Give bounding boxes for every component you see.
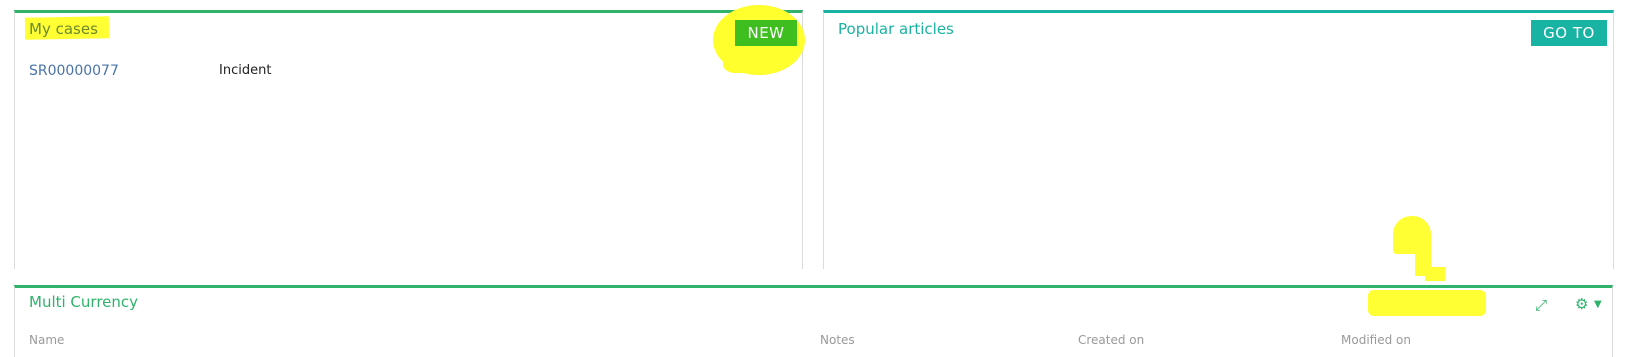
column-header-notes[interactable]: Notes xyxy=(820,333,855,347)
arrow-highlight-mark xyxy=(1393,216,1431,254)
expand-icon[interactable]: ⤢ xyxy=(1535,296,1547,314)
popular-articles-title: Popular articles xyxy=(838,20,954,38)
popular-articles-panel: Popular articles GO TO xyxy=(823,10,1614,281)
gear-icon[interactable]: ⚙ xyxy=(1575,295,1588,313)
arrow-highlight-foot xyxy=(1425,267,1445,281)
column-header-created-on[interactable]: Created on xyxy=(1078,333,1144,347)
arrow-highlight-stem xyxy=(1415,244,1431,276)
go-to-button[interactable]: GO TO xyxy=(1531,20,1607,46)
dashboard: My cases NEW SR00000077 Incident Popular… xyxy=(0,0,1625,357)
multi-currency-title: Multi Currency xyxy=(29,293,139,311)
new-case-button[interactable]: NEW xyxy=(735,20,797,46)
case-number-link[interactable]: SR00000077 xyxy=(29,63,119,79)
column-header-modified-on[interactable]: Modified on xyxy=(1341,333,1411,347)
caret-down-icon[interactable]: ▼ xyxy=(1594,296,1602,314)
my-cases-panel: My cases NEW SR00000077 Incident xyxy=(14,5,805,269)
multi-currency-panel: Multi Currency ⤢ ⚙ ▼ Name Notes Created … xyxy=(14,285,1613,357)
new-button-highlight-tail xyxy=(723,51,753,73)
my-cases-title: My cases xyxy=(29,20,98,38)
toolbar-highlight-mark xyxy=(1368,290,1486,316)
column-header-name[interactable]: Name xyxy=(29,333,64,347)
case-type: Incident xyxy=(219,63,272,78)
